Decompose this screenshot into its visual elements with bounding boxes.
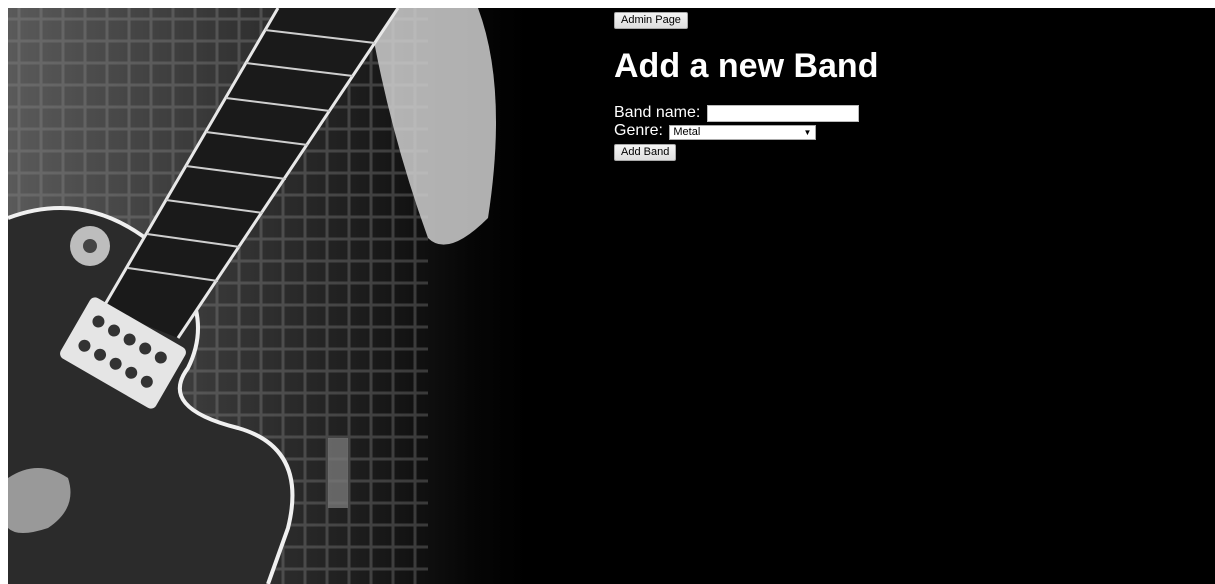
- page: Admin Page Add a new Band Band name: Gen…: [8, 8, 1215, 584]
- genre-selected-value: Metal: [673, 126, 701, 138]
- genre-label: Genre:: [614, 122, 663, 139]
- page-title: Add a new Band: [614, 47, 879, 85]
- guitar-photo: [8, 8, 528, 584]
- admin-page-button[interactable]: Admin Page: [614, 12, 688, 29]
- genre-select[interactable]: Metal ▼: [669, 125, 817, 140]
- add-band-form: Band name: Genre: Metal ▼ Add Band: [614, 104, 1214, 161]
- band-name-row: Band name:: [614, 104, 1214, 122]
- chevron-down-icon: ▼: [803, 128, 812, 137]
- genre-row: Genre: Metal ▼: [614, 122, 1214, 140]
- band-name-input[interactable]: [706, 105, 859, 122]
- main-content: Admin Page Add a new Band Band name: Gen…: [614, 10, 1214, 161]
- add-band-button[interactable]: Add Band: [614, 144, 677, 161]
- band-name-label: Band name:: [614, 104, 701, 121]
